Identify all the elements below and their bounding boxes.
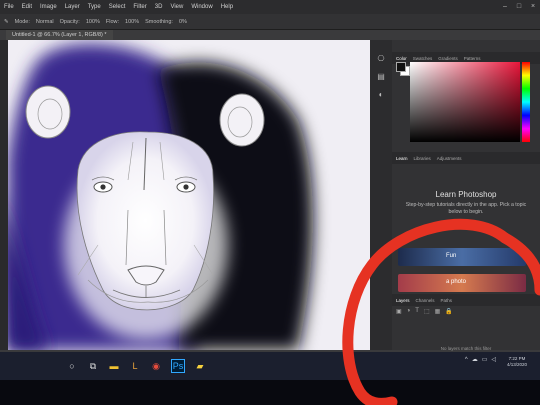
- red-annotation-circle: [342, 218, 540, 405]
- monitor-screen: File Edit Image Layer Type Select Filter…: [0, 0, 540, 405]
